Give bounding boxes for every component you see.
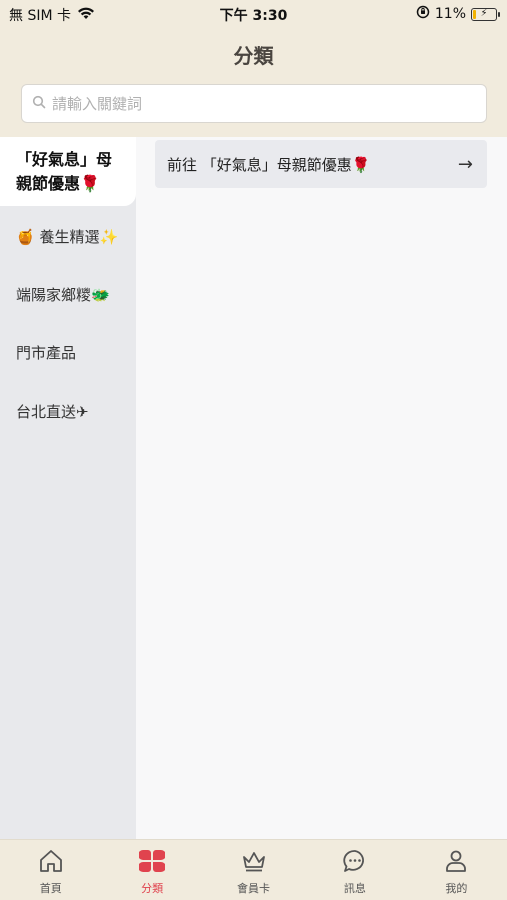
goto-category-label: 前往 「好氣息」母親節優惠🌹 <box>167 155 371 174</box>
tab-category[interactable]: 分類 <box>101 840 202 900</box>
goto-category-button[interactable]: 前往 「好氣息」母親節優惠🌹 → <box>155 140 487 188</box>
search-input[interactable] <box>52 94 486 113</box>
arrow-right-icon: → <box>457 153 473 175</box>
bottom-tab-bar: 首頁 分類 會員卡 訊息 我的 <box>0 839 507 900</box>
crown-icon <box>241 848 267 877</box>
status-bar: 無 SIM 卡 下午 3:30 11% ⚡ <box>0 0 507 28</box>
status-right: 11% ⚡ <box>416 5 500 23</box>
category-sidebar: 「好氣息」母親節優惠🌹 🍯 養生精選✨ 端陽家鄉糭🐲 門市產品 台北直送✈ <box>0 137 136 839</box>
sidebar-item-mothers-day[interactable]: 「好氣息」母親節優惠🌹 <box>0 137 136 206</box>
tab-label: 會員卡 <box>237 882 271 895</box>
sidebar-item-label: 🍯 養生精選✨ <box>16 227 119 246</box>
battery-icon: ⚡ <box>471 7 500 21</box>
search-bar[interactable] <box>21 84 487 123</box>
tab-label: 首頁 <box>39 882 62 895</box>
tab-label: 我的 <box>445 882 468 895</box>
sidebar-item-label: 門市產品 <box>16 343 77 362</box>
user-icon <box>443 848 469 877</box>
top-header-area: 無 SIM 卡 下午 3:30 11% ⚡ 分類 請輸入關鍵詞 <box>0 0 507 137</box>
sidebar-item-store-products[interactable]: 門市產品 <box>0 332 136 372</box>
tab-label: 訊息 <box>343 882 366 895</box>
home-icon <box>38 848 64 877</box>
tab-messages[interactable]: 訊息 <box>304 840 405 900</box>
sidebar-item-dragon-boat[interactable]: 端陽家鄉糭🐲 <box>0 274 136 314</box>
tab-label: 分類 <box>141 882 164 895</box>
tab-home[interactable]: 首頁 <box>0 840 101 900</box>
message-icon <box>342 848 368 877</box>
category-icon <box>138 848 167 877</box>
battery-percent: 11% <box>434 6 466 22</box>
tab-profile[interactable]: 我的 <box>406 840 507 900</box>
sidebar-item-health[interactable]: 🍯 養生精選✨ <box>0 216 136 256</box>
sidebar-item-label: 台北直送✈ <box>16 402 89 421</box>
page-title: 分類 <box>233 44 274 68</box>
search-icon <box>32 94 46 113</box>
orientation-lock-icon <box>416 5 430 23</box>
tab-member-card[interactable]: 會員卡 <box>203 840 304 900</box>
sidebar-item-label: 端陽家鄉糭🐲 <box>16 285 110 304</box>
category-content: 前往 「好氣息」母親節優惠🌹 → <box>136 137 507 839</box>
sidebar-item-label: 「好氣息」母親節優惠🌹 <box>16 149 113 193</box>
sidebar-item-taipei-delivery[interactable]: 台北直送✈ <box>0 391 136 431</box>
